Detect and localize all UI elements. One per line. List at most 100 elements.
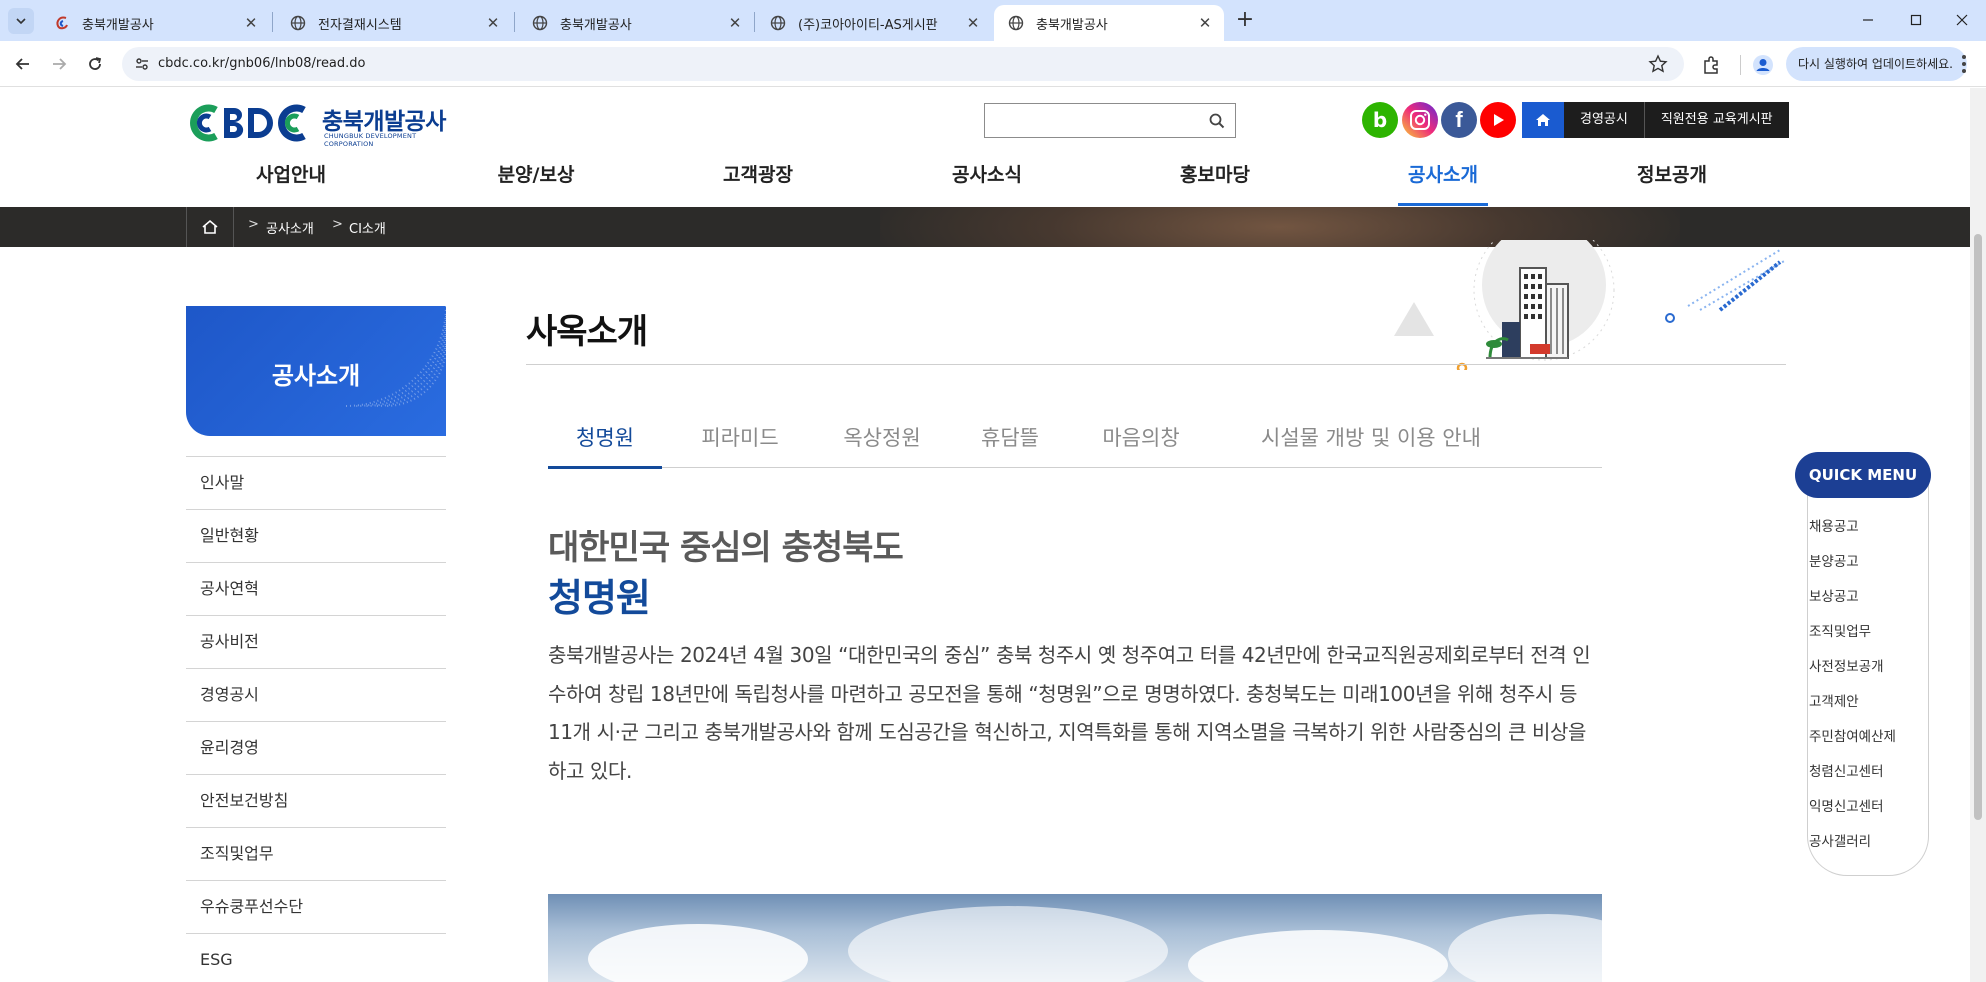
minimize-button[interactable] [1848,6,1888,34]
lnb-item-safety[interactable]: 안전보건방침 [186,774,446,827]
content-heading: 대한민국 중심의 충청북도 [548,528,904,568]
cbdc-favicon-icon [56,16,68,30]
globe-icon [532,15,548,31]
facebook-icon[interactable]: f [1441,102,1477,138]
close-icon[interactable]: ✕ [484,14,502,32]
browser-tab-5[interactable]: 충북개발공사 ✕ [994,5,1224,41]
utility-links: 경영공시 직원전용 교육게시판 [1522,102,1789,138]
lnb-item-organization[interactable]: 조직및업무 [186,827,446,880]
browser-menu-icon[interactable] [1962,55,1966,76]
lnb-item-vision[interactable]: 공사비전 [186,615,446,668]
close-icon[interactable]: ✕ [726,14,744,32]
youtube-icon[interactable] [1480,102,1516,138]
lnb-item-ethics[interactable]: 윤리경영 [186,721,446,774]
gnb-about[interactable]: 공사소개 [1398,160,1488,206]
breadcrumb-home[interactable] [186,207,234,247]
new-tab-button[interactable]: + [1232,8,1258,34]
site-search-input[interactable] [991,110,1191,132]
quick-item-recruit[interactable]: 채용공고 [1809,510,1896,545]
maximize-button[interactable] [1896,6,1936,34]
site-logo[interactable]: 충북개발공사 CHUNGBUK DEVELOPMENT CORPORATION [186,102,456,148]
gnb-customer[interactable]: 고객광장 [713,160,803,206]
quick-item-customer-proposal[interactable]: 고객제안 [1809,685,1896,720]
home-icon [1536,114,1550,126]
maximize-icon [1910,14,1922,26]
close-icon [1956,14,1968,26]
extensions-icon[interactable] [1700,54,1722,76]
tab-title: 충북개발공사 [1036,17,1108,33]
browser-tab-2[interactable]: 전자결재시스템 ✕ [276,5,512,41]
gnb-sale-compensation[interactable]: 분양/보상 [486,160,586,206]
address-bar[interactable]: cbdc.co.kr/gnb06/lnb08/read.do [122,47,1684,81]
facebook-glyph: f [1455,107,1463,132]
gnb-promotion[interactable]: 홍보마당 [1170,160,1260,206]
breadcrumb-item[interactable]: CI소개 [349,218,386,237]
lnb-item-greeting[interactable]: 인사말 [186,456,446,509]
top-link-management-disclosure[interactable]: 경영공시 [1564,102,1644,138]
tab-title: 충북개발공사 [82,17,154,33]
tab-window-of-mind[interactable]: 마음의창 [1088,422,1194,468]
blog-icon[interactable]: b [1362,102,1398,138]
forward-button[interactable] [45,50,73,78]
search-icon[interactable] [1209,113,1225,129]
bookmark-star-icon[interactable] [1648,54,1668,74]
lnb-item-wushu-team[interactable]: 우슈쿵푸선수단 [186,880,446,933]
quick-menu-list: 채용공고 분양공고 보상공고 조직및업무 사전정보공개 고객제안 주민참여예산제… [1809,510,1896,860]
close-icon[interactable]: ✕ [242,14,260,32]
close-icon[interactable]: ✕ [964,14,982,32]
tab-rooftop-garden[interactable]: 옥상정원 [830,422,934,468]
minimize-icon [1863,19,1873,21]
quick-item-participatory-budget[interactable]: 주민참여예산제 [1809,720,1896,755]
play-icon [1494,114,1504,126]
quick-item-organization[interactable]: 조직및업무 [1809,615,1896,650]
tab-facility-open-guide[interactable]: 시설물 개방 및 이용 안내 [1228,422,1514,468]
browser-tab-4[interactable]: (주)코아아이티-AS게시판 ✕ [756,5,992,41]
quick-item-integrity-report[interactable]: 청렴신고센터 [1809,755,1896,790]
page-scrollbar[interactable] [1970,88,1986,982]
home-button[interactable] [1522,102,1564,138]
url-text[interactable]: cbdc.co.kr/gnb06/lnb08/read.do [158,56,366,71]
tab-hyudamtteul[interactable]: 휴담뜰 [968,422,1052,468]
update-chrome-button[interactable]: 다시 실행하여 업데이트하세요. [1786,47,1967,81]
content-tabs: 청명원 피라미드 옥상정원 휴담뜰 마음의창 시설물 개방 및 이용 안내 [548,416,1602,469]
tab-cheongmyeongwon[interactable]: 청명원 [548,422,662,469]
lnb-item-esg[interactable]: ESG [186,933,446,982]
browser-tab-3[interactable]: 충북개발공사 ✕ [518,5,754,41]
chevron-down-icon [16,18,26,25]
tab-title: (주)코아아이티-AS게시판 [798,17,938,33]
tab-pyramid[interactable]: 피라미드 [690,422,790,468]
logo-name: 충북개발공사 [322,109,446,135]
gnb-business[interactable]: 사업안내 [246,160,336,206]
quick-item-anonymous-report[interactable]: 익명신고센터 [1809,790,1896,825]
gnb-news[interactable]: 공사소식 [942,160,1032,206]
quick-item-sale-notice[interactable]: 분양공고 [1809,545,1896,580]
lnb-item-disclosure[interactable]: 경영공시 [186,668,446,721]
browser-tab-strip: 충북개발공사 ✕ 전자결재시스템 ✕ 충북개발공사 ✕ (주)코아아이티-AS게… [0,0,1986,41]
close-icon[interactable]: ✕ [1196,14,1214,32]
quick-item-gallery[interactable]: 공사갤러리 [1809,825,1896,860]
cbdc-logo-mark [190,104,306,142]
quick-item-pre-disclosure[interactable]: 사전정보공개 [1809,650,1896,685]
browser-tab-1[interactable]: 충북개발공사 ✕ [40,5,270,41]
back-button[interactable] [9,50,37,78]
lnb-item-history[interactable]: 공사연혁 [186,562,446,615]
reload-button[interactable] [81,50,109,78]
breadcrumb-item[interactable]: 공사소개 [266,218,314,237]
profile-avatar-icon[interactable] [1752,54,1774,76]
browser-toolbar: cbdc.co.kr/gnb06/lnb08/read.do 다시 실행하여 업… [0,41,1986,87]
arrow-left-icon [15,58,29,70]
site-search-box [984,103,1236,138]
tab-search-button[interactable] [8,8,34,34]
gnb-info-disclosure[interactable]: 정보공개 [1627,160,1717,206]
web-page: 충북개발공사 CHUNGBUK DEVELOPMENT CORPORATION … [0,88,1970,982]
scrollbar-thumb[interactable] [1974,234,1982,820]
instagram-icon[interactable] [1402,102,1438,138]
sub-menu-title: 공사소개 [271,362,361,390]
quick-item-compensation-notice[interactable]: 보상공고 [1809,580,1896,615]
lnb-item-overview[interactable]: 일반현황 [186,509,446,562]
globe-icon [770,15,786,31]
photo-cloud [1448,914,1602,982]
window-close-button[interactable] [1942,6,1982,34]
top-link-staff-board[interactable]: 직원전용 교육게시판 [1643,102,1789,138]
site-info-icon[interactable] [132,54,152,74]
